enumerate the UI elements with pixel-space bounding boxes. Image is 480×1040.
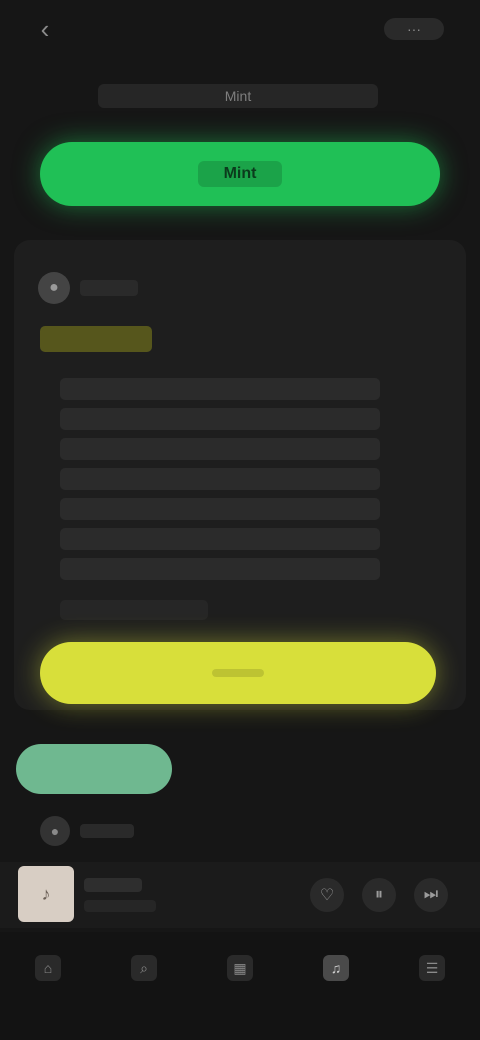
library-icon: ▦ xyxy=(227,955,253,981)
author-avatar: ● xyxy=(38,272,70,304)
feature-item xyxy=(60,498,380,520)
album-art[interactable]: ♪ xyxy=(18,866,74,922)
feature-item xyxy=(60,438,380,460)
nav-item-menu[interactable]: ☰ xyxy=(402,940,462,1000)
card-title xyxy=(40,326,152,352)
track-title xyxy=(84,878,142,892)
music-icon: ♫ xyxy=(323,955,349,981)
pause-icon[interactable]: ⏸ xyxy=(362,878,396,912)
search-icon: ⌕ xyxy=(131,955,157,981)
feature-item xyxy=(60,408,380,430)
feature-item xyxy=(60,528,380,550)
primary-action-button[interactable]: Mint xyxy=(40,142,440,206)
feature-item xyxy=(60,378,380,400)
primary-action-label: Mint xyxy=(197,161,283,187)
secondary-action-label xyxy=(212,669,264,677)
green-chip-button[interactable] xyxy=(16,744,172,794)
small-avatar-icon: ● xyxy=(40,816,70,846)
secondary-action-button[interactable] xyxy=(40,642,436,704)
more-menu-button[interactable]: ··· xyxy=(384,18,444,40)
card-footnote xyxy=(60,600,208,620)
nav-item-library[interactable]: ▦ xyxy=(210,940,270,1000)
feature-item xyxy=(60,468,380,490)
menu-icon: ☰ xyxy=(419,955,445,981)
nav-item-home[interactable]: ⌂ xyxy=(18,940,78,1000)
track-artist xyxy=(84,900,156,912)
small-row-label xyxy=(80,824,134,838)
feature-list xyxy=(60,378,380,588)
feature-item xyxy=(60,558,380,580)
back-icon[interactable]: ‹ xyxy=(28,14,62,44)
nav-item-search[interactable]: ⌕ xyxy=(114,940,174,1000)
like-icon[interactable]: ♡ xyxy=(310,878,344,912)
nav-item-music[interactable]: ♫ xyxy=(306,940,366,1000)
author-name xyxy=(80,280,138,296)
next-icon[interactable]: ⏭ xyxy=(414,878,448,912)
page-headline: Mint xyxy=(98,84,378,108)
home-icon: ⌂ xyxy=(35,955,61,981)
